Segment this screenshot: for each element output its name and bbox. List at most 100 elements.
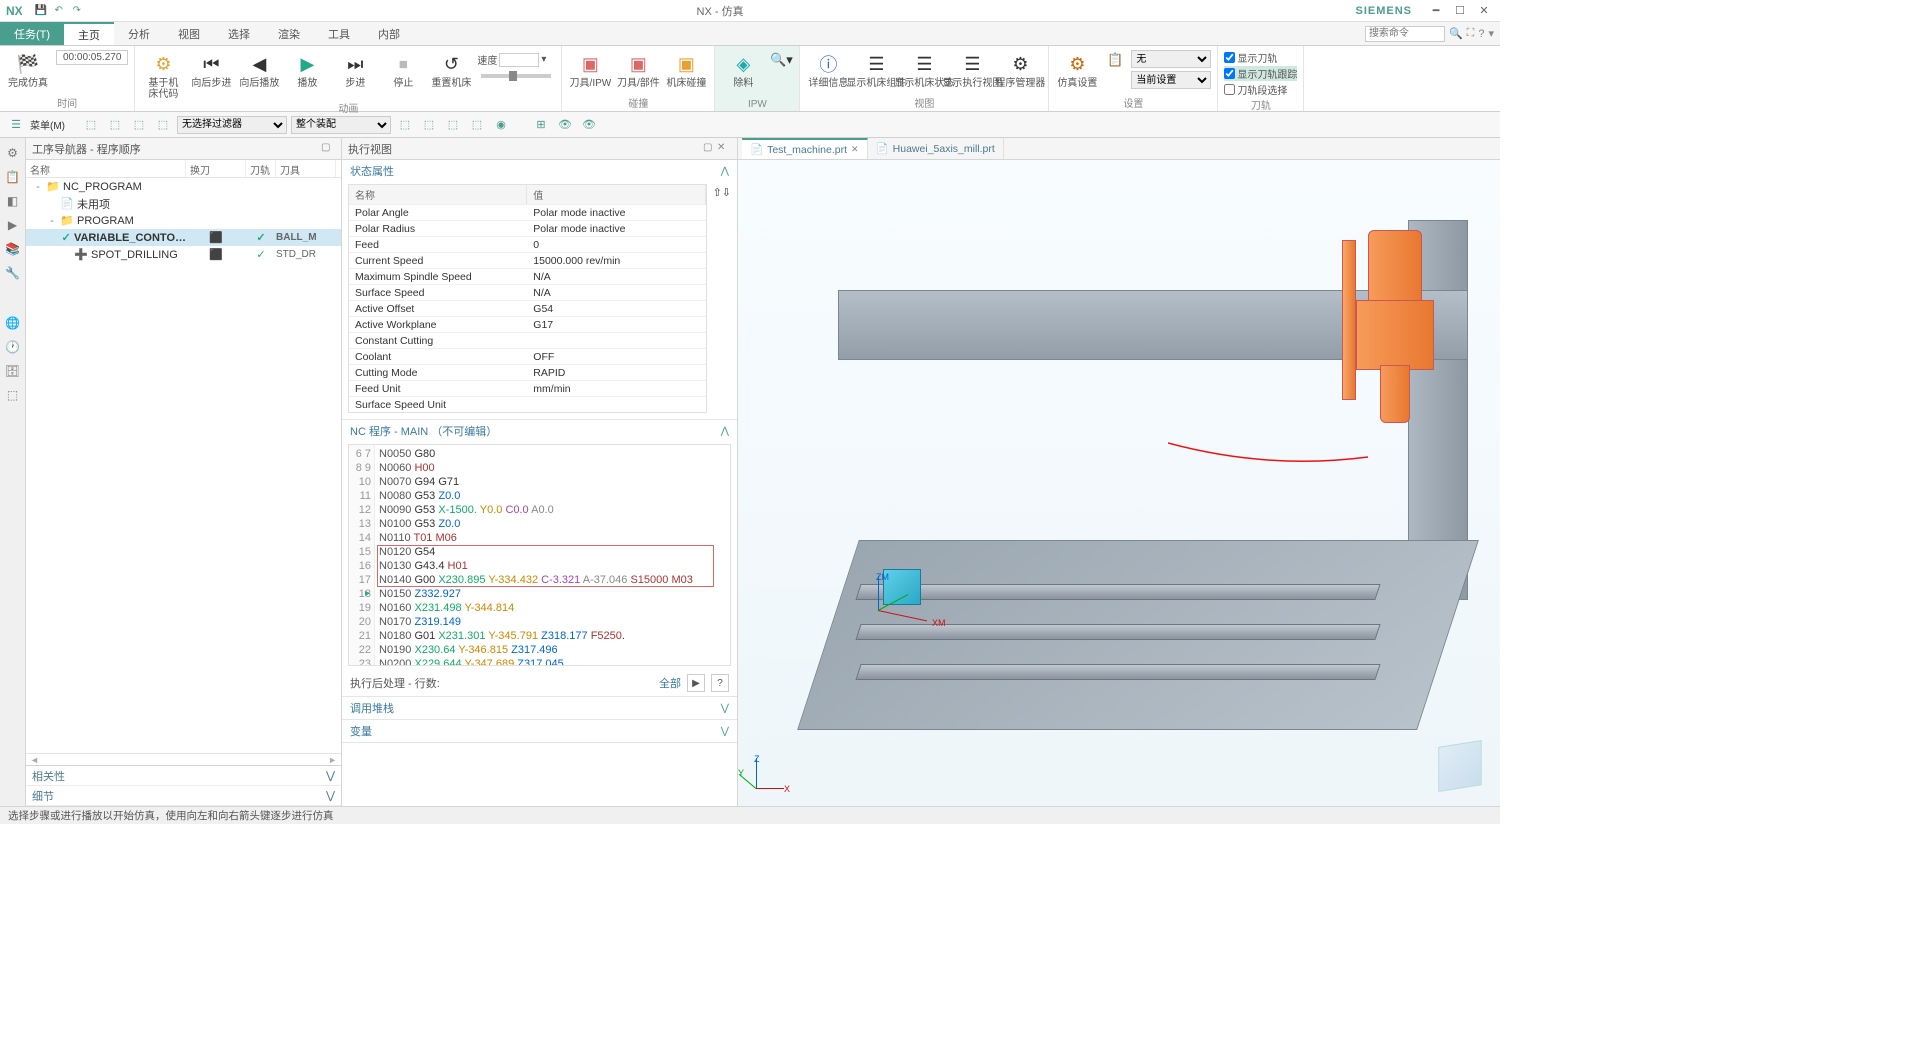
help-icon[interactable]: ? (1478, 28, 1484, 40)
exec-close-icon[interactable]: ✕ (717, 142, 731, 156)
tab-select[interactable]: 选择 (214, 22, 264, 45)
sel-mode-4-icon[interactable]: ⬚ (153, 115, 173, 135)
tree-row[interactable]: ✓VARIABLE_CONTO…⬛✓BALL_M (26, 229, 341, 246)
tool-part-button[interactable]: ▣刀具/部件 (616, 48, 660, 89)
rail-tool-icon[interactable]: 🔧 (4, 264, 22, 282)
filter-select-2[interactable]: 整个装配 (291, 116, 391, 134)
rail-globe-icon[interactable]: 🌐 (4, 314, 22, 332)
post-run-icon[interactable]: ▶ (687, 674, 705, 692)
tb-icon-1[interactable]: ⬚ (395, 115, 415, 135)
nav-pin-icon[interactable]: ▢ (321, 142, 335, 156)
minimize-button[interactable]: ━ (1426, 4, 1446, 17)
search-input[interactable] (1365, 26, 1445, 42)
menu-dropdown[interactable]: ☰ (6, 115, 26, 135)
tool-ipw-button[interactable]: ▣刀具/IPW (568, 48, 612, 89)
restore-button[interactable]: ☐ (1450, 4, 1470, 17)
program-manager-button[interactable]: ⚙程序管理器 (998, 48, 1042, 89)
reset-machine-button[interactable]: ↺重置机床 (429, 48, 473, 89)
graphics-canvas[interactable]: ZM XM Z X Y (738, 160, 1500, 806)
group-label-toolpath: 刀轨 (1224, 97, 1297, 113)
rail-misc-icon[interactable]: ⬚ (4, 386, 22, 404)
back-step-button[interactable]: ⏮向后步进 (189, 48, 233, 89)
show-toolpath-check[interactable] (1224, 52, 1235, 63)
machine-collision-button[interactable]: ▣机床碰撞 (664, 48, 708, 89)
tab-render[interactable]: 渲染 (264, 22, 314, 45)
detail-info-button[interactable]: ⓘ详细信息 (806, 48, 850, 89)
nav-dep-section[interactable]: 相关性⋁ (26, 766, 341, 786)
rail-lib-icon[interactable]: 📚 (4, 240, 22, 258)
minimize-ribbon-icon[interactable]: ▾ (1488, 27, 1494, 40)
tree-row[interactable]: 📄未用项 (26, 195, 341, 212)
qat-save-icon[interactable]: 💾 (33, 3, 49, 19)
remove-material-button[interactable]: ◈除料 (721, 48, 765, 89)
nav-detail-section[interactable]: 细节⋁ (26, 786, 341, 806)
tb-icon-8[interactable]: 👁 (579, 115, 599, 135)
tree-row[interactable]: ➕SPOT_DRILLING⬛✓STD_DR (26, 246, 341, 263)
post-all-link[interactable]: 全部 (659, 675, 681, 691)
tb-icon-6[interactable]: ⊞ (531, 115, 551, 135)
rail-exec-icon[interactable]: ▶ (4, 216, 22, 234)
setting-select-1[interactable]: 无 (1131, 50, 1211, 68)
viewport-tab-1[interactable]: 📄Test_machine.prt✕ (742, 138, 868, 159)
tab-view[interactable]: 视图 (164, 22, 214, 45)
tree-row[interactable]: -📁PROGRAM (26, 212, 341, 229)
filter-select-1[interactable]: 无选择过滤器 (177, 116, 287, 134)
sel-mode-1-icon[interactable]: ⬚ (81, 115, 101, 135)
rail-nav-icon[interactable]: 📋 (4, 168, 22, 186)
variables-section-header[interactable]: 变量⋁ (342, 720, 737, 742)
stop-button[interactable]: ⏹停止 (381, 48, 425, 89)
rail-part-icon[interactable]: ◧ (4, 192, 22, 210)
nc-section-header[interactable]: NC 程序 - MAIN （不可编辑）⋀ (342, 420, 737, 442)
show-state-button[interactable]: ☰显示机床状态 (902, 48, 946, 89)
callstack-section-header[interactable]: 调用堆栈⋁ (342, 697, 737, 719)
exec-pin-icon[interactable]: ▢ (703, 142, 717, 156)
tab-tools[interactable]: 工具 (314, 22, 364, 45)
tab-close-icon[interactable]: ✕ (851, 144, 859, 155)
back-play-button[interactable]: ◀向后播放 (237, 48, 281, 89)
tb-icon-4[interactable]: ⬚ (467, 115, 487, 135)
rail-settings-icon[interactable]: ⚙ (4, 144, 22, 162)
tab-internal[interactable]: 内部 (364, 22, 414, 45)
show-components-button[interactable]: ☰显示机床组件 (854, 48, 898, 89)
view-cube[interactable] (1438, 740, 1482, 792)
task-tab[interactable]: 任务(T) (0, 22, 64, 45)
prop-up-icon[interactable]: ⇧ (713, 187, 722, 199)
program-tree[interactable]: -📁NC_PROGRAM📄未用项-📁PROGRAM✓VARIABLE_CONTO… (26, 178, 341, 753)
tb-icon-2[interactable]: ⬚ (419, 115, 439, 135)
play-button[interactable]: ▶播放 (285, 48, 329, 89)
search-icon[interactable]: 🔍 (1449, 27, 1463, 40)
tree-row[interactable]: -📁NC_PROGRAM (26, 178, 341, 195)
qat-undo-icon[interactable]: ↶ (51, 3, 67, 19)
segment-select-check[interactable] (1224, 84, 1235, 95)
property-row: Cutting ModeRAPID (349, 364, 706, 380)
step-button[interactable]: ⏭步进 (333, 48, 377, 89)
tb-icon-7[interactable]: 👁 (555, 115, 575, 135)
viewport-tab-2[interactable]: 📄Huawei_5axis_mill.prt (868, 138, 1004, 159)
brand-label: SIEMENS (1355, 5, 1420, 17)
group-label-settings: 设置 (1055, 95, 1211, 111)
ipw-dropdown-icon[interactable]: 🔍▾ (769, 48, 793, 72)
sim-settings-button[interactable]: ⚙仿真设置 (1055, 48, 1099, 89)
qat-redo-icon[interactable]: ↷ (69, 3, 85, 19)
speed-slider[interactable] (481, 74, 551, 78)
menu-label[interactable]: 菜单(M) (30, 117, 65, 132)
prop-down-icon[interactable]: ⇩ (722, 187, 731, 199)
show-exec-view-button[interactable]: ☰显示执行视图 (950, 48, 994, 89)
machine-code-button[interactable]: ⚙基于机 床代码 (141, 48, 185, 100)
rail-clock-icon[interactable]: 🕐 (4, 338, 22, 356)
show-trace-check[interactable] (1224, 68, 1235, 79)
close-button[interactable]: ✕ (1474, 4, 1494, 17)
rail-db-icon[interactable]: 🗄 (4, 362, 22, 380)
setting-select-2[interactable]: 当前设置 (1131, 71, 1211, 89)
tab-analyze[interactable]: 分析 (114, 22, 164, 45)
sel-mode-3-icon[interactable]: ⬚ (129, 115, 149, 135)
post-help-icon[interactable]: ? (711, 674, 729, 692)
tb-icon-3[interactable]: ⬚ (443, 115, 463, 135)
fullscreen-icon[interactable]: ⛶ (1467, 27, 1475, 40)
sel-mode-2-icon[interactable]: ⬚ (105, 115, 125, 135)
tb-icon-5[interactable]: ◉ (491, 115, 511, 135)
tab-home[interactable]: 主页 (64, 22, 114, 45)
finish-sim-button[interactable]: 🏁完成仿真 (6, 48, 50, 89)
status-section-header[interactable]: 状态属性⋀ (342, 160, 737, 182)
settings-extra-icon[interactable]: 📋 (1103, 48, 1127, 72)
